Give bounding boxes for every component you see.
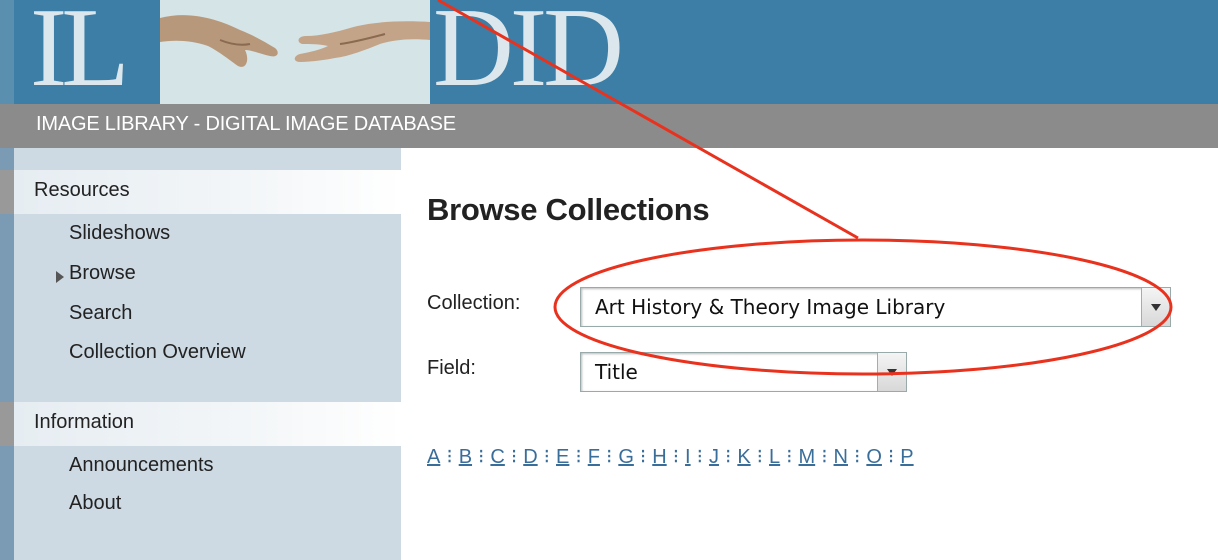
chevron-down-icon[interactable]	[1141, 288, 1170, 326]
letter-separator-icon: ⁝	[887, 446, 895, 468]
sidebar-item-announcements[interactable]: Announcements	[69, 454, 214, 477]
letter-link-b[interactable]: B	[459, 446, 472, 468]
letter-link-e[interactable]: E	[556, 446, 569, 468]
letter-link-f[interactable]: F	[588, 446, 600, 468]
letter-link-c[interactable]: C	[490, 446, 504, 468]
header-accent-strip	[0, 0, 14, 104]
sidebar-item-about[interactable]: About	[69, 492, 121, 515]
sidebar-item-browse[interactable]: Browse	[69, 262, 136, 285]
sidebar-heading-label: Resources	[34, 179, 130, 201]
letter-separator-icon: ⁝	[756, 446, 764, 468]
letter-separator-icon: ⁝	[786, 446, 793, 468]
sidebar-heading-label: Information	[34, 411, 135, 433]
letter-link-h[interactable]: H	[652, 446, 666, 468]
letter-separator-icon: ⁝	[821, 446, 828, 468]
collection-select-value: Art History & Theory Image Library	[595, 295, 946, 319]
letter-separator-icon: ⁝	[575, 446, 582, 468]
letter-link-m[interactable]: M	[799, 446, 816, 468]
sidebar-strip-marker	[0, 170, 14, 214]
sidebar-item-collection-overview[interactable]: Collection Overview	[69, 341, 246, 364]
letter-separator-icon: ⁝	[854, 446, 861, 468]
letter-link-p[interactable]: P	[900, 446, 913, 468]
field-label: Field:	[427, 357, 476, 379]
letter-separator-icon: ⁝	[510, 446, 518, 468]
sidebar-item-search[interactable]: Search	[69, 302, 132, 325]
sidebar-heading-resources: Resources	[14, 170, 401, 214]
alphabet-index: A ⁝ B ⁝ C ⁝ D ⁝ E ⁝ F ⁝ G ⁝ H ⁝ I ⁝ J ⁝ K ⁝ L ⁝ M ⁝ N ⁝ O ⁝ P	[427, 444, 914, 469]
letter-link-j[interactable]: J	[709, 446, 719, 468]
letter-link-g[interactable]: G	[618, 446, 634, 468]
page-title: Browse Collections	[427, 192, 710, 227]
logo-did-text: DID	[433, 0, 624, 110]
sidebar-heading-information: Information	[14, 402, 401, 446]
letter-link-n[interactable]: N	[834, 446, 848, 468]
letter-separator-icon: ⁝	[696, 446, 703, 468]
letter-link-d[interactable]: D	[523, 446, 537, 468]
collection-label: Collection:	[427, 292, 521, 314]
site-header: IL DID	[0, 0, 1218, 104]
letter-link-k[interactable]: K	[737, 446, 750, 468]
hands-illustration-icon	[160, 0, 430, 104]
collection-select[interactable]: Art History & Theory Image Library	[580, 287, 1171, 327]
active-arrow-icon	[56, 271, 64, 283]
site-subtitle: IMAGE LIBRARY - DIGITAL IMAGE DATABASE	[36, 113, 456, 135]
letter-separator-icon: ⁝	[446, 446, 453, 468]
logo-il-text: IL	[30, 0, 130, 110]
chevron-down-icon[interactable]	[877, 353, 906, 391]
letter-separator-icon: ⁝	[672, 446, 680, 468]
field-select[interactable]: Title	[580, 352, 907, 392]
letter-separator-icon: ⁝	[478, 446, 485, 468]
field-select-value: Title	[595, 360, 638, 384]
letter-link-i[interactable]: I	[685, 446, 691, 468]
letter-separator-icon: ⁝	[724, 446, 732, 468]
letter-link-a[interactable]: A	[427, 446, 440, 468]
sidebar-item-slideshows[interactable]: Slideshows	[69, 222, 170, 245]
letter-link-o[interactable]: O	[866, 446, 882, 468]
letter-link-l[interactable]: L	[769, 446, 780, 468]
letter-separator-icon: ⁝	[605, 446, 613, 468]
sidebar-strip-marker	[0, 402, 14, 446]
letter-separator-icon: ⁝	[639, 446, 647, 468]
letter-separator-icon: ⁝	[543, 446, 551, 468]
creation-of-adam-hands-image	[160, 0, 430, 104]
